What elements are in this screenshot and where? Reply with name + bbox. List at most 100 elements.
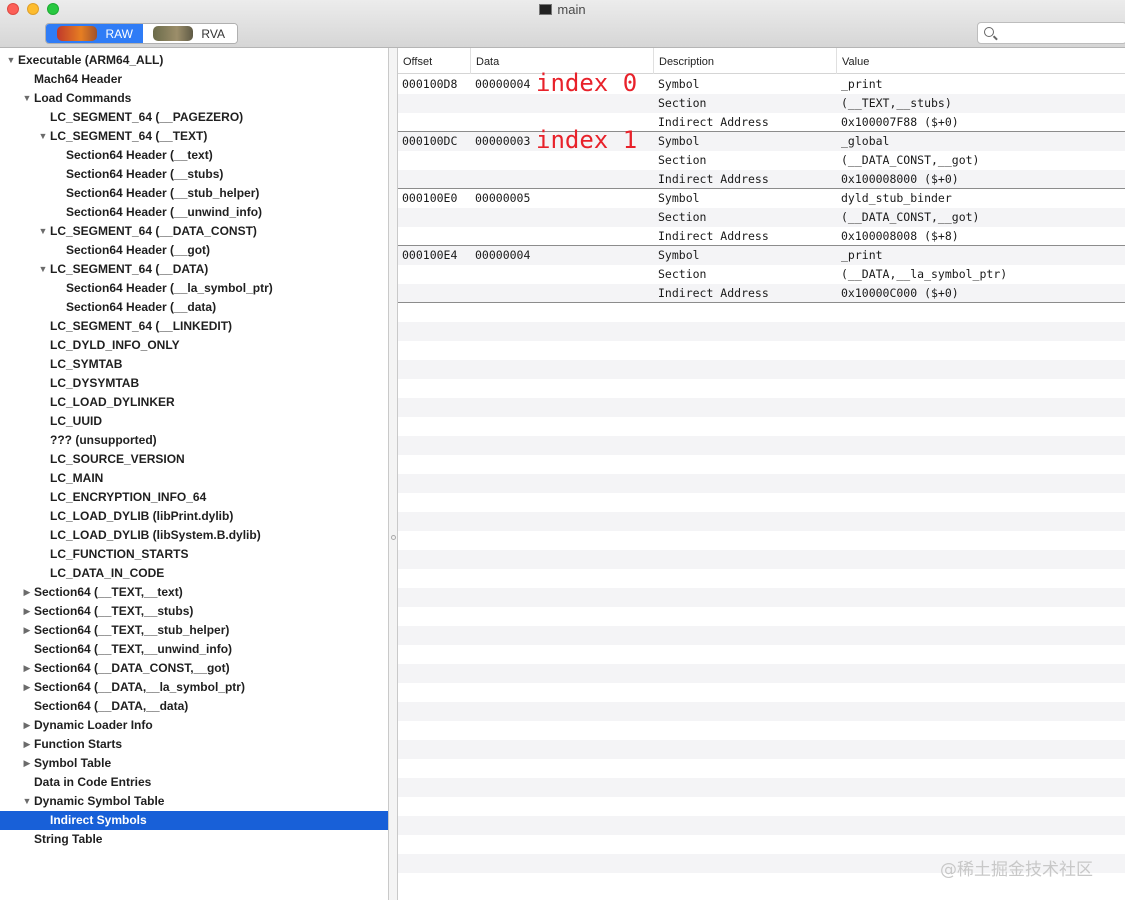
split-view-divider[interactable]	[388, 48, 398, 900]
sidebar-tree-item[interactable]: String Table	[0, 830, 388, 849]
sidebar-tree-item[interactable]: LC_DATA_IN_CODE	[0, 564, 388, 583]
sidebar-tree-item-label: LC_MAIN	[50, 471, 104, 485]
table-row-background	[398, 721, 1125, 740]
sidebar-tree-item[interactable]: ▼ LC_SEGMENT_64 (__DATA)	[0, 260, 388, 279]
sidebar-tree-item[interactable]: ▶ Section64 (__TEXT,__text)	[0, 583, 388, 602]
sidebar-tree-item[interactable]: ▼ Dynamic Symbol Table	[0, 792, 388, 811]
sidebar-tree-item[interactable]: LC_FUNCTION_STARTS	[0, 545, 388, 564]
search-field[interactable]	[977, 22, 1125, 44]
sidebar-tree-item-label: LC_DYLD_INFO_ONLY	[50, 338, 180, 352]
data-cell: 00000003	[475, 134, 531, 148]
sidebar-tree-item[interactable]: Indirect Symbols	[0, 811, 388, 830]
disclosure-open-icon[interactable]: ▼	[38, 260, 48, 279]
sidebar-tree-item-label: Section64 Header (__text)	[66, 148, 213, 162]
sidebar-tree-item[interactable]: LC_DYSYMTAB	[0, 374, 388, 393]
sidebar-tree-item[interactable]: LC_SOURCE_VERSION	[0, 450, 388, 469]
table-row-background	[398, 550, 1125, 569]
sidebar-tree-item[interactable]: Section64 Header (__la_symbol_ptr)	[0, 279, 388, 298]
sidebar-tree-item[interactable]: LC_ENCRYPTION_INFO_64	[0, 488, 388, 507]
sidebar-tree-item[interactable]: ▶ Function Starts	[0, 735, 388, 754]
table-row-background	[398, 797, 1125, 816]
sidebar-tree-item[interactable]: ▼ Executable (ARM64_ALL)	[0, 51, 388, 70]
sidebar-tree-item[interactable]: ▶ Symbol Table	[0, 754, 388, 773]
sidebar-tree-item[interactable]: LC_SYMTAB	[0, 355, 388, 374]
disclosure-closed-icon[interactable]: ▶	[22, 754, 32, 773]
sidebar-tree-item-label: Symbol Table	[34, 756, 112, 770]
sidebar-tree-item-label: LC_LOAD_DYLIB (libSystem.B.dylib)	[50, 528, 261, 542]
sidebar-tree-item[interactable]: ▶ Section64 (__TEXT,__stub_helper)	[0, 621, 388, 640]
table-row-background	[398, 664, 1125, 683]
sidebar-tree-item[interactable]: LC_UUID	[0, 412, 388, 431]
sidebar-tree-item-label: Section64 (__TEXT,__stub_helper)	[34, 623, 230, 637]
column-header-description[interactable]: Description	[654, 48, 837, 74]
sidebar-tree-item-label: Dynamic Symbol Table	[34, 794, 165, 808]
table-row-background	[398, 531, 1125, 550]
disclosure-open-icon[interactable]: ▼	[22, 792, 32, 811]
sidebar-tree-item-label: Load Commands	[34, 91, 132, 105]
table-row-background	[398, 94, 1125, 113]
table-row-background	[398, 208, 1125, 227]
sidebar-tree-item[interactable]: LC_LOAD_DYLIB (libPrint.dylib)	[0, 507, 388, 526]
sidebar-tree-item[interactable]: LC_SEGMENT_64 (__PAGEZERO)	[0, 108, 388, 127]
sidebar-tree-item-label: LC_SEGMENT_64 (__DATA_CONST)	[50, 224, 257, 238]
disclosure-open-icon[interactable]: ▼	[6, 51, 16, 70]
value-cell: 0x100008000 ($+0)	[841, 172, 959, 186]
disclosure-closed-icon[interactable]: ▶	[22, 659, 32, 678]
sidebar-tree-item[interactable]: Section64 Header (__data)	[0, 298, 388, 317]
terminal-icon	[539, 4, 553, 15]
sidebar-tree-item[interactable]: Section64 Header (__unwind_info)	[0, 203, 388, 222]
sidebar-tree-item[interactable]: LC_LOAD_DYLINKER	[0, 393, 388, 412]
sidebar-tree-item[interactable]: ▼ Load Commands	[0, 89, 388, 108]
raw-mode-label: RAW	[105, 26, 133, 41]
sidebar-tree-item[interactable]: ▼ LC_SEGMENT_64 (__DATA_CONST)	[0, 222, 388, 241]
sidebar-tree-item[interactable]: ▶ Section64 (__DATA,__la_symbol_ptr)	[0, 678, 388, 697]
sidebar-tree-item[interactable]: LC_DYLD_INFO_ONLY	[0, 336, 388, 355]
disclosure-open-icon[interactable]: ▼	[22, 89, 32, 108]
sidebar-tree-item[interactable]: ▶ Section64 (__DATA_CONST,__got)	[0, 659, 388, 678]
sidebar-tree-item[interactable]: ▶ Section64 (__TEXT,__stubs)	[0, 602, 388, 621]
value-cell: _print	[841, 77, 883, 91]
sidebar-tree-item[interactable]: Section64 Header (__stubs)	[0, 165, 388, 184]
table-row-background	[398, 569, 1125, 588]
disclosure-closed-icon[interactable]: ▶	[22, 735, 32, 754]
sidebar-tree-item[interactable]: ??? (unsupported)	[0, 431, 388, 450]
sidebar-tree-item-label: LC_SOURCE_VERSION	[50, 452, 185, 466]
disclosure-closed-icon[interactable]: ▶	[22, 621, 32, 640]
disclosure-open-icon[interactable]: ▼	[38, 222, 48, 241]
sidebar-tree-item[interactable]: LC_LOAD_DYLIB (libSystem.B.dylib)	[0, 526, 388, 545]
table-row-background	[398, 303, 1125, 322]
disclosure-open-icon[interactable]: ▼	[38, 127, 48, 146]
sidebar-tree-item[interactable]: Section64 (__TEXT,__unwind_info)	[0, 640, 388, 659]
table-row-background	[398, 778, 1125, 797]
sidebar-tree-item-label: LC_LOAD_DYLIB (libPrint.dylib)	[50, 509, 234, 523]
column-header-offset[interactable]: Offset	[398, 48, 471, 74]
sidebar-tree-item[interactable]: Section64 Header (__text)	[0, 146, 388, 165]
disclosure-closed-icon[interactable]: ▶	[22, 602, 32, 621]
disclosure-closed-icon[interactable]: ▶	[22, 678, 32, 697]
offset-cell: 000100E4	[402, 248, 458, 262]
sidebar-tree-item[interactable]: ▼ LC_SEGMENT_64 (__TEXT)	[0, 127, 388, 146]
data-cell: 00000004	[475, 77, 531, 91]
description-cell: Symbol	[658, 248, 700, 262]
sidebar-tree-item[interactable]: Data in Code Entries	[0, 773, 388, 792]
value-cell: 0x100008008 ($+8)	[841, 229, 959, 243]
divider-handle-icon[interactable]	[391, 535, 396, 540]
disclosure-closed-icon[interactable]: ▶	[22, 716, 32, 735]
sidebar-tree-item[interactable]: Section64 Header (__stub_helper)	[0, 184, 388, 203]
column-header-value[interactable]: Value	[837, 48, 1125, 74]
value-cell: dyld_stub_binder	[841, 191, 952, 205]
sidebar-tree-item[interactable]: LC_SEGMENT_64 (__LINKEDIT)	[0, 317, 388, 336]
offset-cell: 000100D8	[402, 77, 458, 91]
value-cell: 0x100007F88 ($+0)	[841, 115, 959, 129]
sidebar-tree-item[interactable]: ▶ Dynamic Loader Info	[0, 716, 388, 735]
rva-mode-button[interactable]: RVA	[143, 24, 237, 43]
table-row-background	[398, 379, 1125, 398]
value-cell: _global	[841, 134, 890, 148]
address-mode-toggle[interactable]: RAW RVA	[45, 23, 238, 44]
sidebar-tree-item[interactable]: Mach64 Header	[0, 70, 388, 89]
disclosure-closed-icon[interactable]: ▶	[22, 583, 32, 602]
sidebar-tree-item[interactable]: Section64 (__DATA,__data)	[0, 697, 388, 716]
raw-mode-button[interactable]: RAW	[46, 24, 143, 43]
sidebar-tree-item[interactable]: Section64 Header (__got)	[0, 241, 388, 260]
sidebar-tree-item[interactable]: LC_MAIN	[0, 469, 388, 488]
